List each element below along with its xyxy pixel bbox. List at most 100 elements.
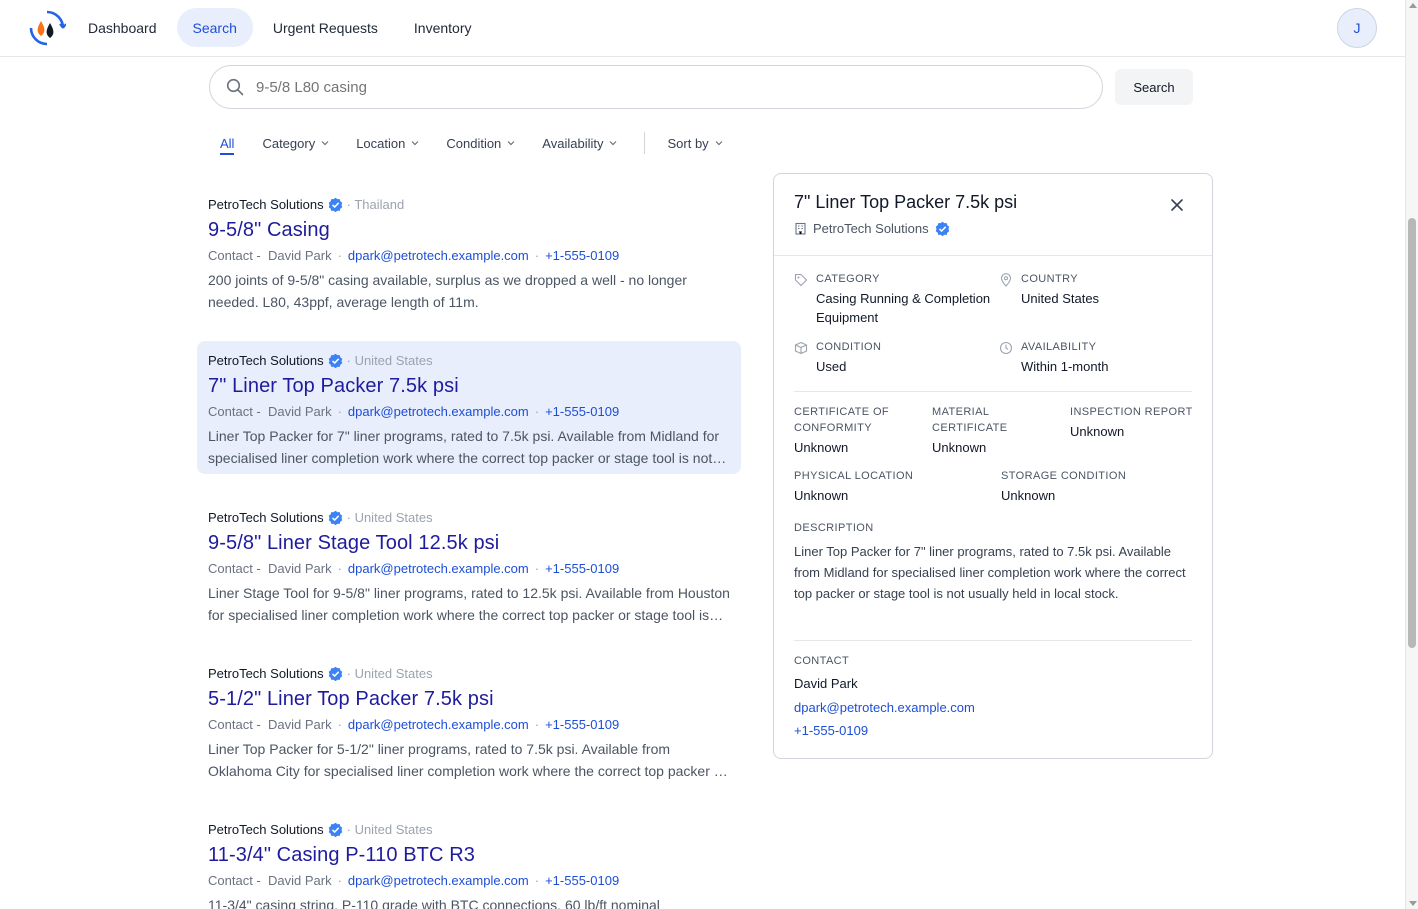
nav-inventory[interactable]: Inventory <box>398 8 488 47</box>
clock-icon <box>999 341 1013 355</box>
availability-label: Availability <box>1021 341 1097 353</box>
sort-by-dropdown[interactable]: Sort by <box>667 135 723 151</box>
contact-phone-link[interactable]: +1-555-0109 <box>545 873 619 888</box>
inspection-label: Inspection Report <box>1070 406 1193 418</box>
filter-category-label: Category <box>262 135 316 151</box>
close-icon[interactable] <box>1170 198 1184 212</box>
scroll-down-arrow-icon[interactable] <box>1409 901 1417 906</box>
page-scrollbar[interactable] <box>1405 0 1418 909</box>
result-title-link[interactable]: 11-3/4" Casing P-110 BTC R3 <box>208 843 730 867</box>
category-value: Casing Running & Completion Equipment <box>816 291 991 325</box>
detail-seller-name: PetroTech Solutions <box>813 221 929 236</box>
scrollbar-thumb[interactable] <box>1408 218 1416 648</box>
contact-prefix: Contact - <box>208 403 261 419</box>
filter-availability[interactable]: Availability <box>542 136 617 151</box>
result-title-link[interactable]: 7" Liner Top Packer 7.5k psi <box>208 374 730 398</box>
verified-badge-icon <box>328 197 342 212</box>
listing-detail-panel: 7" Liner Top Packer 7.5k psi PetroTech S… <box>773 173 1213 759</box>
sort-by-label: Sort by <box>667 135 709 151</box>
country-value: United States <box>1021 291 1100 306</box>
search-icon <box>226 78 244 96</box>
app-logo[interactable] <box>28 9 67 47</box>
contact-email-link[interactable]: dpark@petrotech.example.com <box>348 248 529 263</box>
result-description: Liner Top Packer for 7" liner programs, … <box>208 428 720 466</box>
seller-name: PetroTech Solutions <box>208 821 324 837</box>
result-title-link[interactable]: 5-1/2" Liner Top Packer 7.5k psi <box>208 687 730 711</box>
detail-inspection-report: Inspection Report Unknown <box>1070 404 1195 441</box>
detail-description: Liner Top Packer for 7" liner programs, … <box>794 544 1186 601</box>
result-title-link[interactable]: 9-5/8" Casing <box>208 218 730 242</box>
detail-divider <box>774 255 1212 256</box>
inspection-value: Unknown <box>1070 424 1125 439</box>
storage-value: Unknown <box>1001 488 1056 503</box>
result-description: 11-3/4" casing string, P-110 grade with … <box>208 897 660 909</box>
user-avatar[interactable]: J <box>1337 8 1377 48</box>
top-navigation-bar: Dashboard Search Urgent Requests Invento… <box>0 0 1405 57</box>
result-item[interactable]: PetroTech Solutions · Thailand 9-5/8" Cas… <box>197 185 741 323</box>
detail-contact-name: David Park <box>794 676 858 691</box>
detail-material-certificate: Material Certificate Unknown <box>932 404 1057 457</box>
detail-category: Category Casing Running & Completion Equ… <box>816 271 996 327</box>
filter-bar: All Category Location Condition Availabi… <box>212 131 750 155</box>
nav-dashboard[interactable]: Dashboard <box>72 8 173 47</box>
contact-email-link[interactable]: dpark@petrotech.example.com <box>348 717 529 732</box>
result-item-selected[interactable]: PetroTech Solutions · United States 7" Li… <box>197 341 741 474</box>
material-cert-value: Unknown <box>932 440 987 455</box>
chevron-down-icon <box>321 141 329 146</box>
contact-prefix: Contact - <box>208 716 261 732</box>
condition-label: Condition <box>816 341 882 353</box>
detail-condition: Condition Used <box>816 339 996 376</box>
contact-label: Contact <box>794 655 850 667</box>
result-description: 200 joints of 9-5/8" casing available, s… <box>208 272 687 310</box>
result-country: · Thailand <box>346 196 405 212</box>
filter-all-tab[interactable]: All <box>220 136 235 155</box>
cert-conformity-value: Unknown <box>794 440 849 455</box>
category-label: Category <box>816 273 880 285</box>
building-icon <box>795 222 806 235</box>
detail-divider <box>794 391 1192 392</box>
contact-email-link[interactable]: dpark@petrotech.example.com <box>348 404 529 419</box>
description-label: Description <box>794 522 874 534</box>
result-country: · United States <box>346 821 433 837</box>
contact-prefix: Contact - <box>208 247 261 263</box>
nav-urgent-requests[interactable]: Urgent Requests <box>257 8 394 47</box>
result-item[interactable]: PetroTech Solutions · United States 9-5/8… <box>197 498 741 636</box>
search-button[interactable]: Search <box>1115 69 1193 105</box>
chevron-down-icon <box>610 141 617 146</box>
result-item[interactable]: PetroTech Solutions · United States 5-1/2… <box>197 654 741 792</box>
result-country: · United States <box>346 352 433 368</box>
detail-contact-phone-link[interactable]: +1-555-0109 <box>794 723 868 738</box>
scroll-up-arrow-icon[interactable] <box>1409 3 1417 8</box>
location-pin-icon <box>1000 273 1012 287</box>
availability-value: Within 1-month <box>1021 359 1109 374</box>
detail-storage-condition: Storage Condition Unknown <box>1001 468 1201 505</box>
filter-location-label: Location <box>356 135 406 151</box>
result-item[interactable]: PetroTech Solutions · United States 11-3/… <box>197 810 741 909</box>
result-country: · United States <box>346 509 433 525</box>
contact-phone-link[interactable]: +1-555-0109 <box>545 248 619 263</box>
contact-name: David Park <box>267 560 332 576</box>
contact-phone-link[interactable]: +1-555-0109 <box>545 561 619 576</box>
filter-category[interactable]: Category <box>262 136 329 151</box>
contact-email-link[interactable]: dpark@petrotech.example.com <box>348 561 529 576</box>
detail-divider <box>794 640 1192 641</box>
filter-condition[interactable]: Condition <box>446 136 515 151</box>
contact-phone-link[interactable]: +1-555-0109 <box>545 404 619 419</box>
result-title-link[interactable]: 9-5/8" Liner Stage Tool 12.5k psi <box>208 531 730 555</box>
detail-certificate-of-conformity: Certificate of Conformity Unknown <box>794 404 919 457</box>
material-cert-label: Material Certificate <box>932 406 1008 434</box>
country-label: Country <box>1021 273 1078 285</box>
seller-name: PetroTech Solutions <box>208 196 324 212</box>
search-input[interactable] <box>256 78 1056 96</box>
contact-email-link[interactable]: dpark@petrotech.example.com <box>348 873 529 888</box>
verified-badge-icon <box>328 353 342 368</box>
storage-label: Storage Condition <box>1001 470 1127 482</box>
detail-physical-location: Physical Location Unknown <box>794 468 994 505</box>
verified-badge-icon <box>935 221 949 236</box>
contact-name: David Park <box>267 872 332 888</box>
detail-contact-email-link[interactable]: dpark@petrotech.example.com <box>794 700 975 715</box>
detail-country: Country United States <box>1021 271 1191 308</box>
filter-location[interactable]: Location <box>356 136 419 151</box>
nav-search[interactable]: Search <box>176 8 253 47</box>
contact-phone-link[interactable]: +1-555-0109 <box>545 717 619 732</box>
